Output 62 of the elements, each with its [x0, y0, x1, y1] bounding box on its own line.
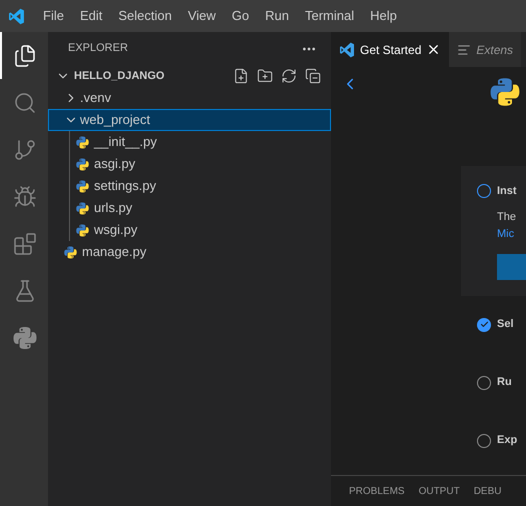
step-item[interactable]: Sel — [461, 296, 526, 354]
menu-item[interactable]: Edit — [72, 6, 110, 26]
editor-tab[interactable]: Get Started — [331, 32, 450, 67]
lines-icon — [457, 42, 472, 56]
file-name: urls.py — [94, 199, 132, 218]
search-icon — [13, 90, 37, 114]
python-file-icon — [76, 224, 89, 236]
editor-logo-icon — [8, 8, 25, 24]
step-item[interactable]: Exp — [461, 412, 526, 470]
step-description: The — [497, 210, 516, 224]
menu-item[interactable]: Help — [362, 6, 405, 26]
menu-item[interactable]: File — [35, 6, 72, 26]
tree-item[interactable]: wsgi.py — [48, 219, 331, 241]
bug-icon — [13, 184, 37, 208]
python-icon — [13, 326, 37, 350]
file-name: __init__.py — [94, 133, 157, 152]
panel-tab[interactable]: DEBU — [474, 484, 502, 498]
blocks-icon — [13, 232, 37, 256]
tree-item[interactable]: asgi.py — [48, 153, 331, 175]
panel-title: EXPLORER — [68, 41, 128, 56]
editor-logo-icon — [339, 42, 355, 58]
python-file-icon — [76, 158, 89, 170]
file-name: settings.py — [94, 177, 156, 196]
tree-item[interactable]: web_project — [48, 109, 331, 131]
menu-item[interactable]: View — [180, 6, 224, 26]
menu-item[interactable]: Selection — [110, 6, 180, 26]
tree-item[interactable]: manage.py — [48, 241, 331, 263]
files-icon — [13, 44, 37, 68]
tree-item[interactable]: HELLO_DJANGO — [48, 65, 331, 87]
tree-item[interactable]: settings.py — [48, 175, 331, 197]
new-file-icon[interactable] — [233, 68, 249, 84]
new-folder-icon[interactable] — [257, 68, 273, 84]
file-name: wsgi.py — [94, 221, 138, 240]
python-file-icon — [76, 136, 89, 148]
collapse-icon[interactable] — [305, 68, 321, 84]
python-logo-icon — [490, 77, 520, 107]
refresh-icon[interactable] — [281, 68, 297, 84]
file-name: web_project — [80, 111, 150, 130]
tree-item[interactable]: __init__.py — [48, 131, 331, 153]
file-name: manage.py — [82, 243, 146, 262]
tree-item[interactable]: urls.py — [48, 197, 331, 219]
python-file-icon — [76, 202, 89, 214]
step-title: Sel — [497, 317, 514, 332]
step-card[interactable]: Inst The Mic — [461, 166, 526, 296]
menu-item[interactable]: Go — [224, 6, 258, 26]
link[interactable]: Mic — [497, 226, 514, 242]
step-item[interactable]: Ru — [461, 354, 526, 412]
python-file-icon — [64, 246, 77, 258]
menu-item[interactable]: Run — [257, 6, 297, 26]
file-name: asgi.py — [94, 155, 136, 174]
tree-item[interactable]: .venv — [48, 87, 331, 109]
step-title: Exp — [497, 433, 518, 448]
panel-tab[interactable]: OUTPUT — [418, 484, 460, 498]
editor-tab[interactable]: Extens — [449, 32, 522, 67]
folder-name: HELLO_DJANGO — [74, 68, 164, 84]
step-title: Ru — [497, 375, 512, 390]
branch-icon — [13, 138, 37, 162]
file-name: .venv — [80, 89, 112, 108]
step-title: Inst — [497, 184, 517, 199]
menu-item[interactable]: Terminal — [297, 6, 362, 26]
python-file-icon — [76, 180, 89, 192]
panel-tab[interactable]: PROBLEMS — [349, 484, 405, 498]
